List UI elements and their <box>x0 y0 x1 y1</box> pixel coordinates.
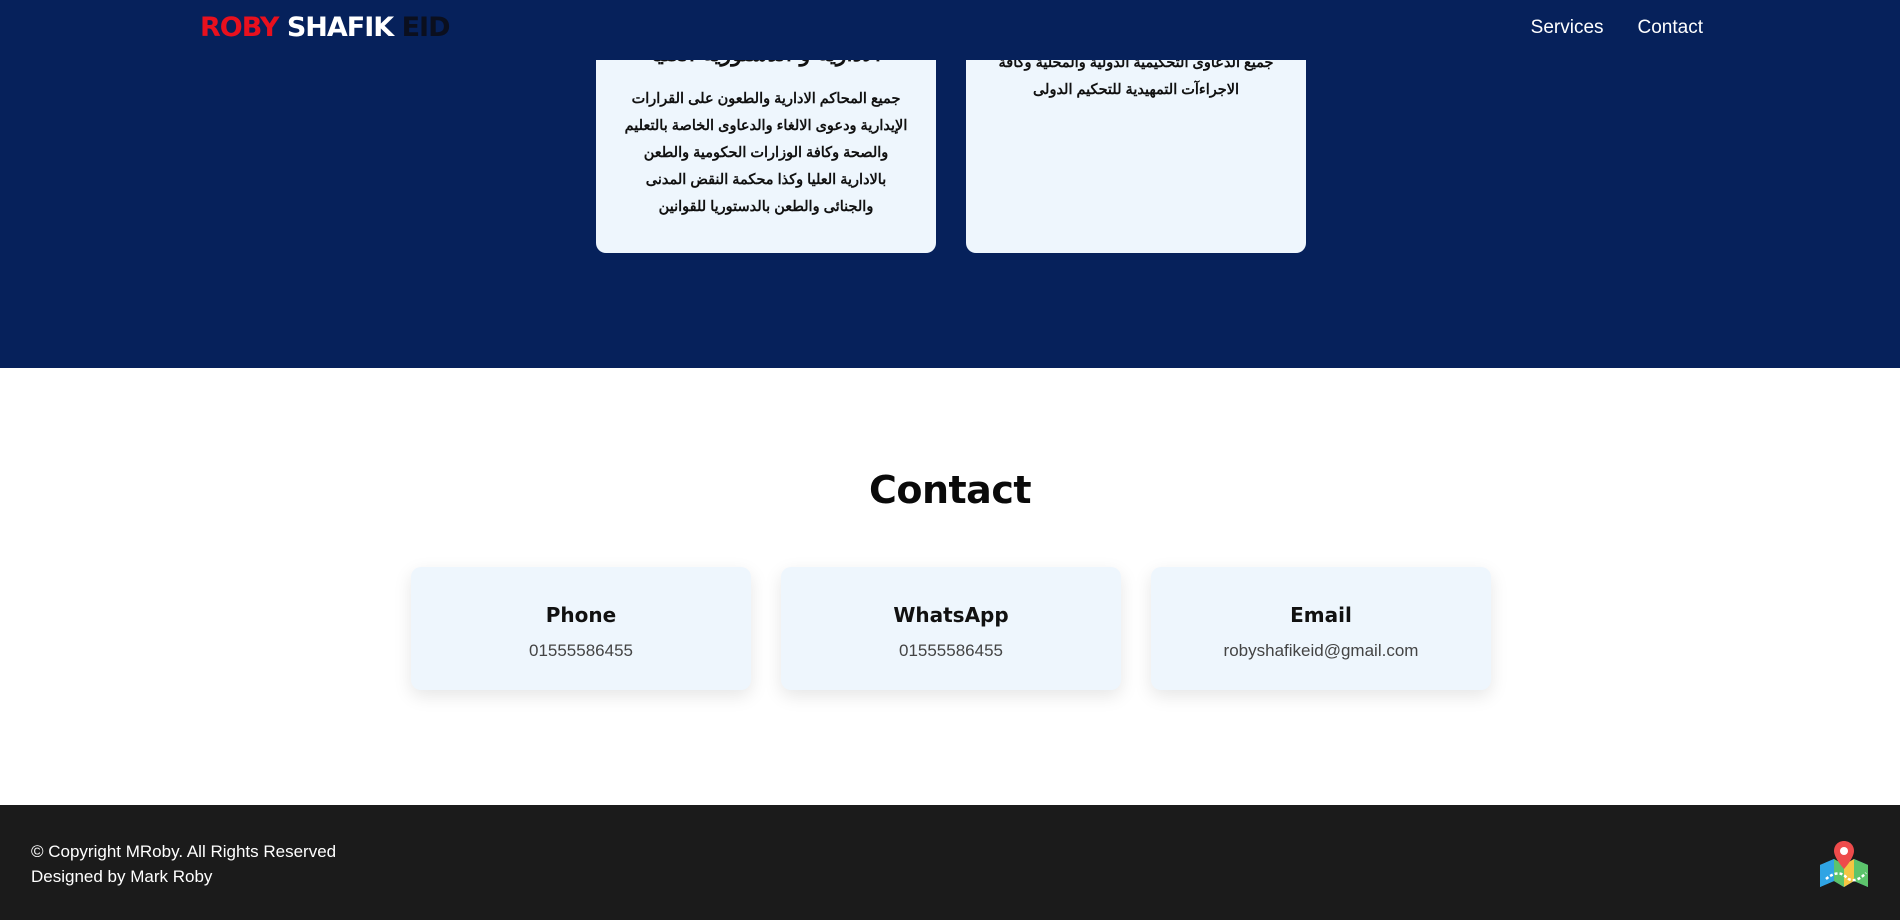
contact-card-label: WhatsApp <box>893 603 1009 627</box>
footer-text: © Copyright MRoby. All Rights Reserved D… <box>31 839 336 889</box>
designer-credit: Designed by Mark Roby <box>31 867 213 886</box>
map-location-icon[interactable] <box>1818 839 1870 889</box>
site-logo[interactable]: ROBY SHAFIK EID <box>200 12 451 43</box>
contact-heading: Contact <box>868 468 1032 512</box>
contact-card-label: Email <box>1290 603 1352 627</box>
contact-card-phone: Phone 01555586455 <box>411 567 751 690</box>
contact-card-email: Email robyshafikeid@gmail.com <box>1151 567 1491 690</box>
site-footer: © Copyright MRoby. All Rights Reserved D… <box>0 805 1900 920</box>
nav-link-services[interactable]: Services <box>1531 17 1604 39</box>
logo-part-shafik: SHAFIK <box>286 12 394 43</box>
nav-link-contact[interactable]: Contact <box>1638 17 1703 39</box>
main-nav: Services Contact <box>1531 17 1703 39</box>
phone-number[interactable]: 01555586455 <box>411 641 751 661</box>
copyright-text: © Copyright MRoby. All Rights Reserved <box>31 842 337 861</box>
contact-card-whatsapp: WhatsApp 01555586455 <box>781 567 1121 690</box>
logo-part-roby: ROBY <box>200 12 279 43</box>
whatsapp-number[interactable]: 01555586455 <box>781 641 1121 661</box>
site-header: ROBY SHAFIK EID Services Contact <box>0 0 1900 60</box>
service-card-text: جميع المحاكم الادارية والطعون على القرار… <box>624 91 908 215</box>
contact-card-label: Phone <box>545 603 617 627</box>
logo-part-eid: EID <box>401 12 451 43</box>
email-address[interactable]: robyshafikeid@gmail.com <box>1151 641 1491 661</box>
